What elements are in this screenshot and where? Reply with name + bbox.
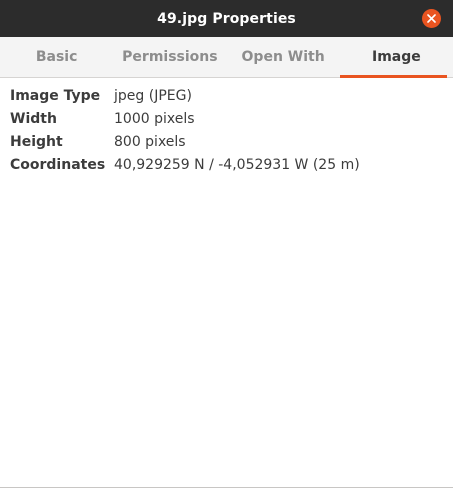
tab-permissions[interactable]: Permissions bbox=[113, 37, 226, 77]
property-value: jpeg (JPEG) bbox=[114, 87, 192, 104]
tab-basic[interactable]: Basic bbox=[0, 37, 113, 77]
title-bar[interactable]: 49.jpg Properties bbox=[0, 0, 453, 37]
image-properties-panel: Image Type jpeg (JPEG) Width 1000 pixels… bbox=[0, 78, 453, 182]
property-row-height: Height 800 pixels bbox=[10, 130, 443, 153]
property-label: Coordinates bbox=[10, 156, 106, 173]
tab-open-with[interactable]: Open With bbox=[227, 37, 340, 77]
property-label: Image Type bbox=[10, 87, 101, 104]
property-value: 40,929259 N / -4,052931 W (25 m) bbox=[114, 156, 360, 173]
close-button[interactable] bbox=[422, 9, 441, 28]
tab-bar: Basic Permissions Open With Image bbox=[0, 37, 453, 78]
property-row-width: Width 1000 pixels bbox=[10, 107, 443, 130]
property-label: Width bbox=[10, 110, 57, 127]
tab-image[interactable]: Image bbox=[339, 37, 453, 78]
property-row-image-type: Image Type jpeg (JPEG) bbox=[10, 84, 443, 107]
properties-window: 49.jpg Properties Basic Permissions Open… bbox=[0, 0, 453, 488]
property-value: 800 pixels bbox=[114, 133, 186, 150]
property-value: 1000 pixels bbox=[114, 110, 195, 127]
close-icon bbox=[427, 14, 436, 23]
window-title: 49.jpg Properties bbox=[157, 10, 296, 27]
property-row-coordinates: Coordinates 40,929259 N / -4,052931 W (2… bbox=[10, 153, 443, 176]
property-label: Height bbox=[10, 133, 63, 150]
